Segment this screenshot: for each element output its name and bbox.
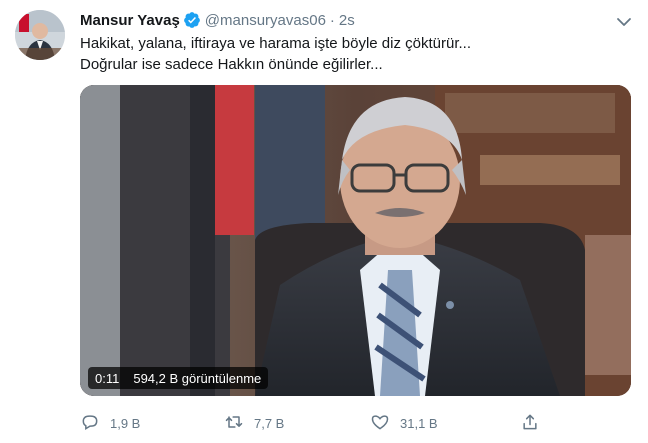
tweet-text-line-1: Hakikat, yalana, iftiraya ve harama işte… [80, 35, 472, 52]
video-duration: 0:11 [95, 370, 120, 386]
retweet-count: 7,7 B [254, 416, 285, 431]
tweet-text-line-2: Doğrular ise sadece Hakkın önünde eğilir… [80, 56, 383, 73]
tweet-timestamp[interactable]: 2s [339, 12, 355, 29]
video-views: 594,2 B görüntülenme [133, 370, 262, 386]
video-info-badge: 0:11 594,2 B görüntülenme [88, 367, 269, 389]
verified-badge-icon [183, 11, 201, 29]
like-button[interactable]: 31,1 B [370, 412, 438, 435]
tweet[interactable]: Mansur Yavaş @mansuryavas06 · 2s Hakikat… [0, 0, 648, 443]
video-player[interactable] [80, 85, 631, 396]
separator-dot: · [329, 11, 335, 29]
reply-button[interactable]: 1,9 B [80, 412, 140, 435]
share-button[interactable] [520, 412, 540, 435]
reply-icon [80, 412, 100, 435]
retweet-icon [224, 412, 244, 435]
chevron-down-icon[interactable] [614, 12, 634, 32]
like-icon [370, 412, 390, 435]
reply-count: 1,9 B [110, 416, 141, 431]
tweet-header: Mansur Yavaş @mansuryavas06 · 2s [80, 9, 355, 31]
retweet-button[interactable]: 7,7 B [224, 412, 284, 435]
tweet-text: Hakikat, yalana, iftiraya ve harama işte… [80, 33, 620, 75]
share-icon [520, 412, 540, 435]
tweet-actions: 1,9 B 7,7 B 31,1 B [80, 412, 620, 436]
like-count: 31,1 B [400, 416, 438, 431]
author-handle[interactable]: @mansuryavas06 [205, 12, 326, 29]
avatar[interactable] [15, 10, 65, 60]
author-name[interactable]: Mansur Yavaş [80, 12, 180, 29]
